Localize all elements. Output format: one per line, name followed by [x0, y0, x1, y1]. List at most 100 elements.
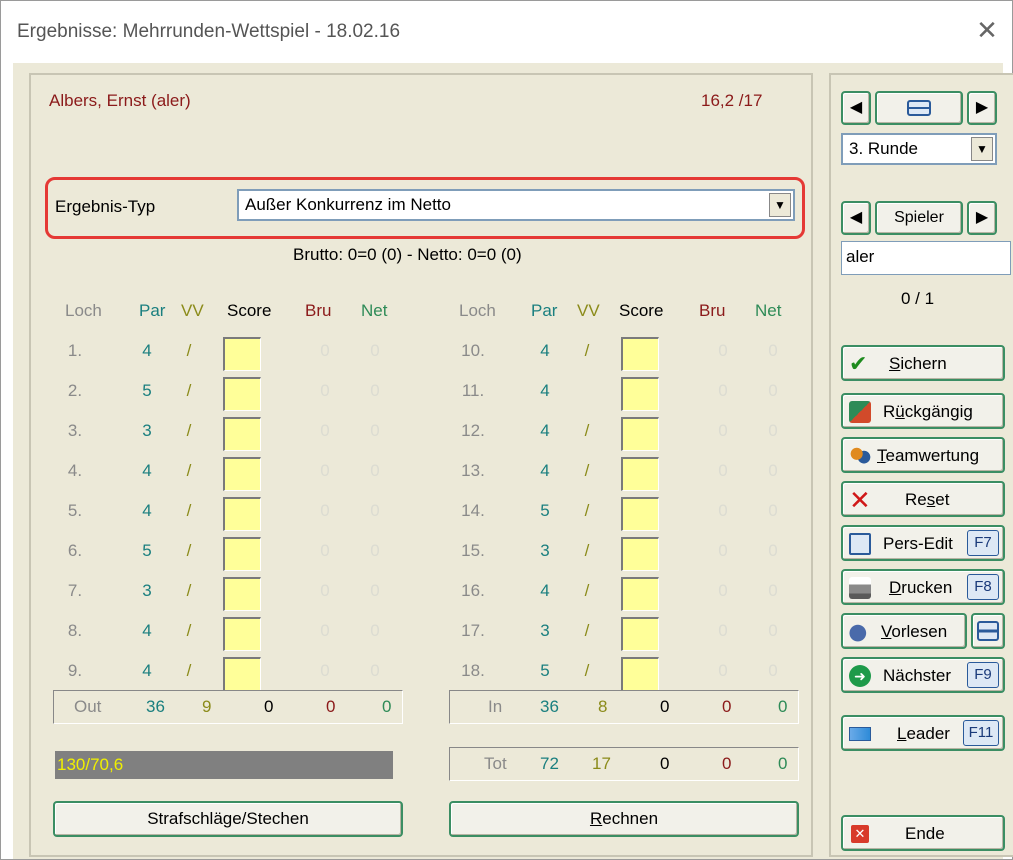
- score-input[interactable]: [621, 577, 659, 611]
- hole-bru: 0: [320, 501, 330, 520]
- score-input[interactable]: [223, 617, 261, 651]
- hole-vg: /: [186, 381, 192, 400]
- score-input[interactable]: [621, 537, 659, 571]
- hole-net: 0: [768, 461, 778, 480]
- undo-mnemonic: ü: [895, 402, 905, 421]
- hole-number: 8.: [67, 621, 83, 640]
- pers-edit-button[interactable]: Pers-Edit F7: [841, 525, 1005, 561]
- score-input[interactable]: [621, 497, 659, 531]
- leader-button[interactable]: Leader F11: [841, 715, 1005, 751]
- f8-key: F8: [967, 574, 999, 600]
- prev-player-button[interactable]: ◀: [841, 201, 871, 235]
- reset-button[interactable]: ✕ Reset: [841, 481, 1005, 517]
- next-player-action-button[interactable]: ➜ Nächster F9: [841, 657, 1005, 693]
- round-select[interactable]: 3. Runde ▼: [841, 133, 997, 165]
- score-input[interactable]: [621, 377, 659, 411]
- hole-vg: /: [186, 421, 192, 440]
- team-score-button[interactable]: Teamwertung: [841, 437, 1005, 473]
- close-icon[interactable]: ✕: [970, 13, 1004, 47]
- round-menu-button[interactable]: [875, 91, 963, 125]
- hole-number: 12.: [461, 421, 485, 440]
- hole-vg: /: [584, 661, 590, 680]
- hole-bru: 0: [320, 461, 330, 480]
- hole-net: 0: [768, 501, 778, 520]
- score-input[interactable]: [621, 417, 659, 451]
- leader-label: eader: [906, 724, 950, 743]
- hole-number: 10.: [461, 341, 485, 360]
- score-input[interactable]: [223, 337, 261, 371]
- hole-number: 13.: [461, 461, 485, 480]
- hole-net: 0: [370, 541, 380, 560]
- penalty-strokes-button[interactable]: Strafschläge/Stechen: [53, 801, 403, 837]
- print-mnemonic: D: [889, 578, 902, 597]
- out-net: 0: [382, 697, 392, 716]
- print-button[interactable]: Drucken F8: [841, 569, 1005, 605]
- header-bru: Bru: [305, 301, 332, 320]
- score-input[interactable]: [223, 537, 261, 571]
- header-score: Score: [619, 301, 664, 320]
- hole-par: 4: [540, 581, 550, 600]
- result-type-value: Außer Konkurrenz im Netto: [245, 195, 451, 214]
- score-input[interactable]: [621, 337, 659, 371]
- header-par: Par: [139, 301, 166, 320]
- chevron-down-icon[interactable]: ▼: [769, 193, 791, 217]
- score-input[interactable]: [223, 657, 261, 691]
- hole-par: 4: [540, 341, 550, 360]
- triangle-left-icon: ◀: [849, 99, 863, 116]
- out-label: Out: [74, 697, 102, 716]
- next-round-button[interactable]: ▶: [967, 91, 997, 125]
- window-title: Ergebnisse: Mehrrunden-Wettspiel - 18.02…: [17, 21, 401, 42]
- header-par: Par: [531, 301, 558, 320]
- score-input[interactable]: [223, 377, 261, 411]
- tot-vg: 17: [592, 754, 611, 773]
- hole-number: 9.: [67, 661, 83, 680]
- next-player-button[interactable]: ▶: [967, 201, 997, 235]
- undo-button[interactable]: Rückgängig: [841, 393, 1005, 429]
- in-score: 0: [660, 697, 670, 716]
- read-aloud-mnemonic: V: [881, 622, 892, 641]
- read-aloud-menu-button[interactable]: [971, 613, 1005, 649]
- prev-round-button[interactable]: ◀: [841, 91, 871, 125]
- calculate-button[interactable]: Rechnen: [449, 801, 799, 837]
- out-vg: 9: [202, 697, 212, 716]
- round-value: 3. Runde: [849, 139, 918, 158]
- header-vg: VV: [181, 301, 204, 320]
- f11-key: F11: [963, 720, 999, 746]
- printer-icon: [849, 577, 871, 599]
- hole-par: 4: [142, 661, 152, 680]
- results-window: Ergebnisse: Mehrrunden-Wettspiel - 18.02…: [0, 0, 1013, 860]
- score-input[interactable]: [223, 457, 261, 491]
- hole-net: 0: [370, 621, 380, 640]
- hole-vg: /: [584, 461, 590, 480]
- hole-par: 4: [142, 621, 152, 640]
- header-net: Net: [755, 301, 782, 320]
- score-input[interactable]: [621, 457, 659, 491]
- hole-par: 5: [142, 541, 152, 560]
- hole-bru: 0: [718, 461, 728, 480]
- player-name: Albers, Ernst (aler): [49, 91, 191, 110]
- score-input[interactable]: [223, 417, 261, 451]
- score-input[interactable]: [621, 617, 659, 651]
- triangle-left-icon: ◀: [849, 209, 863, 226]
- hole-net: 0: [370, 381, 380, 400]
- read-aloud-button[interactable]: Vorlesen: [841, 613, 967, 649]
- hole-number: 16.: [461, 581, 485, 600]
- hole-net: 0: [370, 421, 380, 440]
- hole-net: 0: [768, 541, 778, 560]
- hole-bru: 0: [320, 661, 330, 680]
- result-type-select[interactable]: Außer Konkurrenz im Netto ▼: [237, 189, 795, 221]
- score-input[interactable]: [621, 657, 659, 691]
- player-counter: 0 / 1: [901, 289, 935, 308]
- hole-bru: 0: [320, 381, 330, 400]
- save-button[interactable]: ✔ Sichern: [841, 345, 1005, 381]
- hole-bru: 0: [320, 341, 330, 360]
- player-search-input[interactable]: aler: [841, 241, 1011, 275]
- chevron-down-icon[interactable]: ▼: [971, 137, 993, 161]
- out-par: 36: [146, 697, 165, 716]
- calculate-mnemonic: R: [589, 809, 603, 828]
- score-input[interactable]: [223, 497, 261, 531]
- hole-number: 15.: [461, 541, 485, 560]
- end-button[interactable]: ✕ Ende: [841, 815, 1005, 851]
- score-input[interactable]: [223, 577, 261, 611]
- player-menu-button[interactable]: Spieler: [875, 201, 963, 235]
